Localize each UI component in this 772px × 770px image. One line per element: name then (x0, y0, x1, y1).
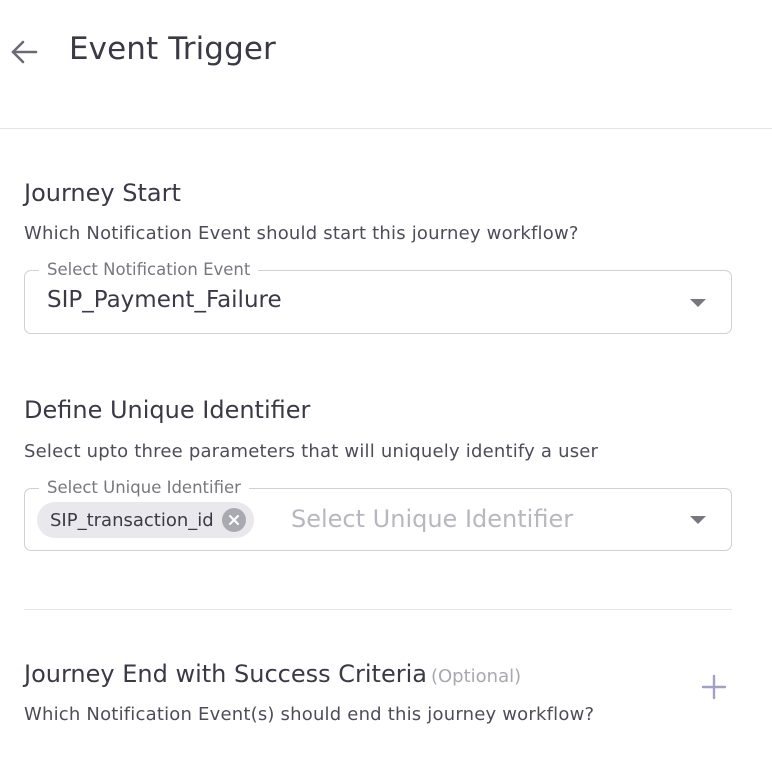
unique-identifier-section: Define Unique Identifier (24, 394, 732, 426)
journey-end-section: Journey End with Success Criteria (Option… (24, 658, 624, 690)
page-title: Event Trigger (69, 31, 276, 67)
plus-icon (701, 674, 727, 700)
optional-label: (Optional) (430, 666, 522, 687)
caret-down-icon[interactable] (690, 516, 706, 524)
unique-identifier-description-wrap: Select upto three parameters that will u… (24, 440, 732, 464)
close-circle-icon[interactable] (221, 508, 246, 532)
journey-start-title: Journey Start (24, 179, 181, 207)
page-header: Event Trigger (0, 0, 772, 129)
caret-down-icon[interactable] (690, 299, 706, 307)
unique-identifier-placeholder[interactable]: Select Unique Identifier (291, 503, 573, 535)
back-button[interactable] (6, 34, 42, 70)
journey-start-section: Journey Start (24, 177, 732, 209)
add-success-criteria-button[interactable] (699, 672, 729, 702)
arrow-left-icon (11, 40, 38, 64)
unique-identifier-description: Select upto three parameters that will u… (24, 441, 599, 462)
journey-end-title: Journey End with Success Criteria (24, 660, 427, 688)
identifier-chip-label: SIP_transaction_id (50, 509, 214, 531)
notification-event-value: SIP_Payment_Failure (47, 287, 282, 313)
journey-start-description-wrap: Which Notification Event should start th… (24, 222, 732, 246)
notification-event-legend: Select Notification Event (39, 259, 259, 281)
identifier-chip[interactable]: SIP_transaction_id (37, 502, 254, 538)
journey-end-description: Which Notification Event(s) should end t… (24, 704, 595, 725)
section-divider (24, 609, 732, 610)
notification-event-select[interactable]: Select Notification Event SIP_Payment_Fa… (24, 259, 732, 334)
journey-start-description: Which Notification Event should start th… (24, 223, 579, 244)
unique-identifier-title: Define Unique Identifier (24, 396, 311, 424)
unique-identifier-select[interactable]: Select Unique Identifier SIP_transaction… (24, 477, 732, 551)
journey-end-description-wrap: Which Notification Event(s) should end t… (24, 703, 732, 727)
unique-identifier-legend: Select Unique Identifier (39, 477, 249, 499)
